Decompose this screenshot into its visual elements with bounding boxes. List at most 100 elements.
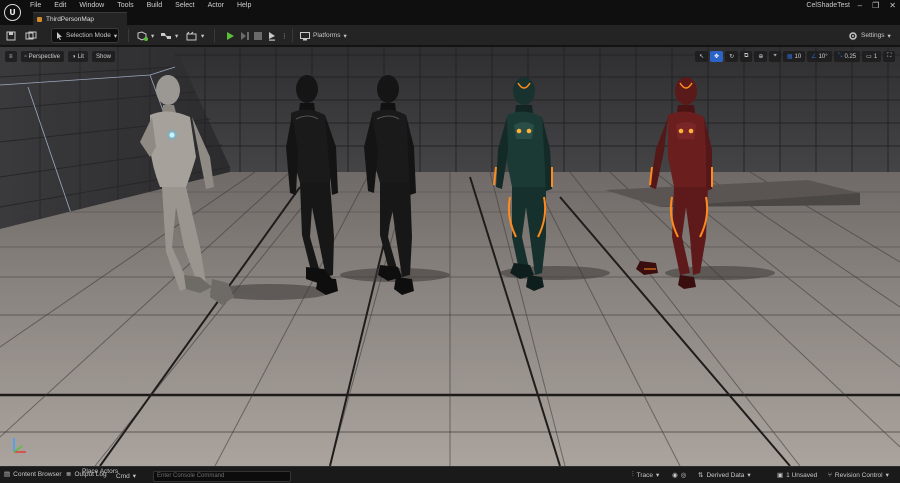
save-icon: ▣ [777, 472, 784, 479]
cursor-icon: ↖ [699, 54, 705, 60]
menu-item-help[interactable]: Help [237, 1, 258, 11]
rotation-snap-button[interactable]: ∠ 10° [807, 51, 832, 62]
place-actors-button[interactable]: Place Actors [82, 468, 118, 475]
lit-icon: ◑ [72, 53, 76, 60]
close-icon[interactable]: ✕ [889, 1, 896, 10]
camera-icon[interactable]: ◎ [681, 471, 687, 479]
chevron-down-icon: ▾ [132, 473, 136, 480]
show-button[interactable]: Show [91, 51, 115, 62]
viewport-scene[interactable] [0, 47, 900, 466]
unsaved-button[interactable]: ▣ 1 Unsaved [777, 471, 818, 480]
platforms-label: Platforms [313, 32, 341, 39]
blueprint-button[interactable]: ▾ [160, 28, 178, 43]
content-browser-button[interactable]: ▤ Content Browser [4, 470, 62, 479]
grid-snap-value: 10 [794, 53, 802, 60]
lit-button[interactable]: ◑ Lit [68, 51, 88, 62]
revision-control-button[interactable]: ⑂ Revision Control ▾ [828, 471, 889, 480]
unreal-logo-icon[interactable]: U [4, 4, 21, 21]
menu-item-tools[interactable]: Tools [117, 1, 140, 11]
surface-snap-button[interactable]: ⌖ [769, 51, 781, 62]
chevron-down-icon: ▾ [151, 32, 155, 40]
viewport-menu-button[interactable]: ≡ [5, 51, 17, 62]
platforms-button[interactable]: Platforms ▾ [300, 28, 347, 43]
maximize-icon[interactable]: ❐ [872, 1, 879, 10]
settings-button[interactable]: Settings ▾ [848, 28, 891, 43]
cmd-dropdown[interactable]: Cmd ▾ [116, 472, 136, 481]
rotate-tool-button[interactable]: ↻ [725, 51, 739, 62]
play-button[interactable] [226, 28, 235, 43]
level-tab-label: ThirdPersonMap [46, 15, 95, 23]
derived-data-label: Derived Data [706, 471, 745, 479]
main-toolbar: Selection Mode ▾ ▾ ▾ ▾ ⋮ Platforms ▾ Set… [0, 25, 900, 46]
unsaved-label: 1 Unsaved [786, 471, 818, 479]
viewport-right-controls: ↖ ✥ ↻ ⧉ ⊕ ⌖ ▦ 10 ∠ 10° ⤡ 0.25 ▭ 1 ⛶ [695, 51, 896, 62]
console-command-input[interactable]: Enter Console Command [153, 471, 291, 482]
menu-item-edit[interactable]: Edit [54, 1, 73, 11]
translate-tool-button[interactable]: ✥ [710, 51, 724, 62]
select-tool-button[interactable]: ↖ [695, 51, 709, 62]
cinematics-icon [186, 31, 197, 40]
perspective-icon: ▫ [24, 53, 27, 60]
play-options-button[interactable]: ⋮ [281, 28, 288, 43]
chevron-down-icon: ▾ [747, 472, 751, 479]
surface-snap-icon: ⌖ [773, 53, 777, 59]
level-tab[interactable]: ThirdPersonMap [33, 12, 127, 25]
step-button[interactable] [240, 28, 250, 43]
toolbar-divider [292, 29, 293, 42]
eject-button[interactable] [267, 28, 277, 43]
maximize-viewport-button[interactable]: ⛶ [883, 51, 896, 62]
content-icon[interactable] [25, 28, 37, 43]
menu-item-build[interactable]: Build [147, 1, 170, 11]
toolbar-divider [214, 29, 215, 42]
move-icon: ✥ [714, 54, 720, 60]
scale-snap-value: 0.25 [844, 53, 857, 60]
scale-snap-button[interactable]: ⤡ 0.25 [833, 51, 861, 62]
window-controls: – ❐ ✕ [858, 1, 896, 10]
derived-data-button[interactable]: ⇅ Derived Data ▾ [698, 471, 751, 480]
level-icon [37, 16, 42, 22]
perspective-button[interactable]: ▫ Perspective [20, 51, 65, 62]
stop-button[interactable] [254, 28, 262, 43]
rotate-icon: ↻ [729, 54, 735, 60]
cursor-icon [57, 31, 62, 40]
camera-icon: ▭ [866, 54, 872, 60]
project-name: CelShadeTest [806, 2, 850, 9]
trace-icon: ⫶ [632, 471, 634, 478]
scale-snap-icon: ⤡ [837, 53, 843, 59]
chevron-down-icon: ▾ [201, 32, 205, 40]
trace-button[interactable]: ⫶ Trace ▾ [632, 471, 659, 479]
menu-item-file[interactable]: File [30, 1, 48, 11]
menu-item-select[interactable]: Select [175, 1, 201, 11]
selection-mode-dropdown[interactable]: Selection Mode ▾ [51, 28, 119, 43]
record-icon[interactable]: ◉ [672, 471, 678, 479]
play-icon [227, 31, 234, 40]
show-label: Show [95, 53, 111, 60]
camera-speed-button[interactable]: ▭ 1 [862, 51, 882, 62]
eject-icon [269, 31, 275, 41]
revision-control-label: Revision Control [834, 471, 883, 479]
derived-data-icon: ⇅ [698, 472, 704, 479]
title-bar: U File Edit Window Tools Build Select Ac… [0, 0, 900, 25]
level-viewport[interactable]: ≡ ▫ Perspective ◑ Lit Show ↖ ✥ ↻ ⧉ ⊕ ⌖ ▦… [0, 47, 900, 466]
grid-snap-button[interactable]: ▦ 10 [782, 51, 806, 62]
grid-icon: ▦ [786, 54, 793, 60]
hamburger-icon: ≡ [9, 53, 13, 60]
main-menu: File Edit Window Tools Build Select Acto… [30, 1, 264, 11]
world-local-button[interactable]: ⊕ [754, 51, 768, 62]
blueprint-icon [161, 32, 171, 39]
menu-item-actor[interactable]: Actor [208, 1, 231, 11]
trace-label: Trace [636, 471, 653, 479]
status-icons: ◉ ◎ [672, 471, 686, 479]
content-browser-label: Content Browser [13, 470, 62, 478]
add-actor-button[interactable]: ▾ [136, 28, 154, 43]
chevron-down-icon: ▾ [343, 32, 347, 40]
status-bar: ▤ Content Browser ≣ Output Log Place Act… [0, 466, 900, 483]
globe-icon: ⊕ [758, 54, 764, 60]
chevron-down-icon: ▾ [887, 32, 891, 40]
cinematics-button[interactable]: ▾ [186, 28, 204, 43]
save-icon[interactable] [6, 28, 16, 43]
scale-tool-button[interactable]: ⧉ [740, 51, 753, 62]
minimize-icon[interactable]: – [858, 1, 862, 10]
menu-item-window[interactable]: Window [79, 1, 111, 11]
maximize-icon: ⛶ [887, 53, 892, 59]
